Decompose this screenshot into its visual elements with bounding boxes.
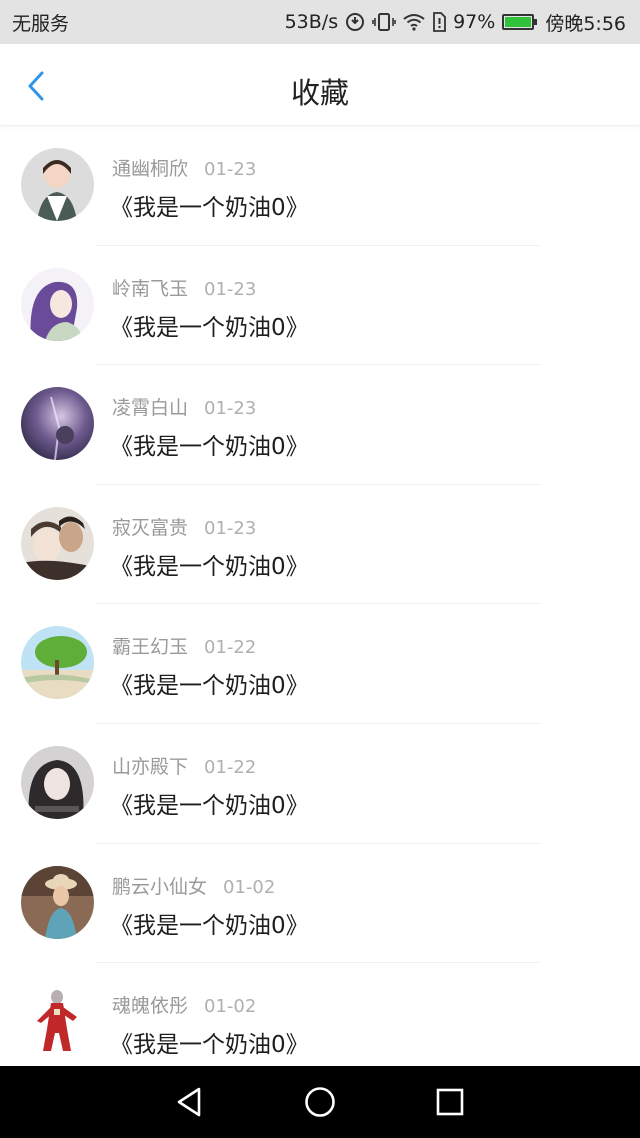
item-date: 01-23 [204, 159, 257, 180]
list-item[interactable]: 霸王幻玉 01-22 《我是一个奶油0》 [0, 604, 640, 724]
item-date: 01-23 [204, 517, 257, 539]
list-item[interactable]: 凌霄白山 01-23 《我是一个奶油0》 [0, 365, 640, 485]
status-icons: 53B/s 97% 傍晚5:56 [285, 9, 626, 36]
item-title: 《我是一个奶油0》 [110, 195, 309, 221]
avatar[interactable] [21, 387, 94, 461]
item-date: 01-02 [204, 996, 257, 1018]
clock: 傍晚5:56 [545, 12, 626, 35]
network-speed: 53B/s [284, 11, 339, 33]
system-navigation-bar [0, 1066, 640, 1138]
avatar[interactable] [21, 148, 94, 221]
item-user: 岭南飞玉 [112, 277, 189, 300]
favorites-list: 通幽桐欣 01-23 《我是一个奶油0》 岭南飞玉 01-23 《我是一个奶油0》 … [0, 126, 640, 1066]
home-circle-icon [305, 1087, 335, 1117]
list-item[interactable]: 山亦殿下 01-22 《我是一个奶油0》 [0, 724, 640, 844]
avatar[interactable] [21, 745, 94, 819]
avatar[interactable] [21, 506, 94, 580]
avatar[interactable] [21, 865, 94, 939]
wifi-icon [403, 13, 425, 31]
list-item[interactable]: 鹏云小仙女 01-02 《我是一个奶油0》 [0, 844, 640, 964]
avatar[interactable] [21, 626, 94, 700]
battery-icon [502, 14, 538, 30]
item-user: 鹏云小仙女 [112, 875, 208, 898]
data-saver-icon [345, 12, 365, 32]
item-user: 山亦殿下 [112, 755, 189, 778]
system-recents-button[interactable] [428, 1080, 472, 1124]
system-home-button[interactable] [298, 1080, 342, 1124]
item-user: 寂灭富贵 [112, 516, 189, 539]
item-user: 霸王幻玉 [112, 636, 189, 659]
item-date: 01-02 [223, 876, 276, 898]
recents-square-icon [436, 1088, 464, 1116]
sim-alert-icon [432, 12, 446, 32]
item-date: 01-23 [204, 398, 257, 420]
item-title: 《我是一个奶油0》 [110, 912, 309, 939]
avatar[interactable] [21, 267, 94, 341]
list-item[interactable]: 魂魄依彤 01-02 《我是一个奶油0》 [0, 963, 640, 1066]
list-item[interactable]: 寂灭富贵 01-23 《我是一个奶油0》 [0, 485, 640, 605]
item-user: 凌霄白山 [112, 397, 189, 420]
status-bar: 无服务 53B/s 97% 傍晚5:56 [0, 0, 640, 44]
item-date: 01-22 [204, 756, 257, 778]
list-item[interactable]: 通幽桐欣 01-23 《我是一个奶油0》 [0, 126, 640, 246]
list-item[interactable]: 岭南飞玉 01-23 《我是一个奶油0》 [0, 246, 640, 366]
item-date: 01-22 [204, 637, 257, 659]
back-triangle-icon [177, 1087, 201, 1117]
item-title: 《我是一个奶油0》 [110, 314, 309, 341]
system-back-button[interactable] [168, 1080, 212, 1124]
avatar[interactable] [21, 985, 94, 1059]
page-title: 收藏 [290, 76, 349, 110]
battery-percent: 97% [453, 11, 496, 33]
carrier-label: 无服务 [12, 12, 70, 35]
header: 收藏 [0, 44, 640, 126]
item-title: 《我是一个奶油0》 [110, 792, 309, 819]
item-user: 魂魄依彤 [112, 995, 189, 1018]
item-title: 《我是一个奶油0》 [110, 553, 309, 580]
item-title: 《我是一个奶油0》 [110, 434, 309, 461]
item-title: 《我是一个奶油0》 [110, 673, 309, 700]
item-user: 通幽桐欣 [112, 158, 189, 180]
vibrate-icon [372, 12, 396, 32]
item-title: 《我是一个奶油0》 [110, 1032, 309, 1059]
item-date: 01-23 [204, 278, 257, 300]
